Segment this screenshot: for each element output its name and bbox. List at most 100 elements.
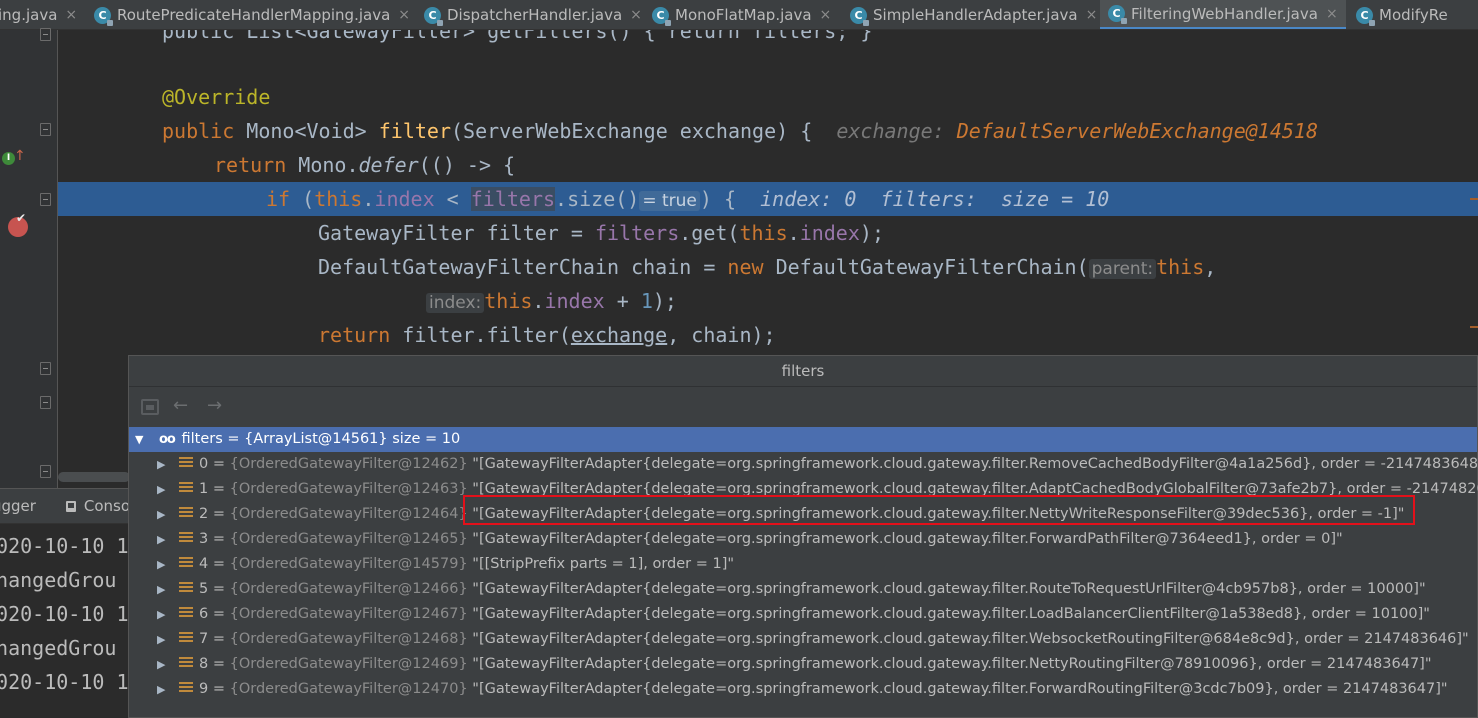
tab-label: SimpleHandlerAdapter.java: [873, 6, 1078, 24]
console-line: 2020-10-10 1: [0, 602, 129, 626]
tab-mono-flat-map[interactable]: C MonoFlatMap.java ×: [652, 0, 832, 29]
java-class-icon: C: [94, 6, 113, 26]
tree-root-row[interactable]: ▼ oo filters = {ArrayList@14561} size = 1…: [129, 427, 1477, 452]
fold-marker[interactable]: [40, 28, 51, 41]
variable-size: size = 10: [392, 431, 461, 447]
fold-marker[interactable]: [40, 465, 51, 478]
add-to-watches-icon[interactable]: [141, 399, 159, 415]
code-editor[interactable]: public List<GatewayFilter> getFilters() …: [58, 30, 1478, 360]
tree-row[interactable]: ▶ 4 = {OrderedGatewayFilter@14579} "[[Str…: [129, 552, 1477, 577]
close-icon[interactable]: ×: [1326, 6, 1338, 22]
tab-label: FilteringWebHandler.java: [1131, 4, 1318, 23]
highlight-box: [463, 495, 1415, 525]
expand-arrow-icon[interactable]: ▶: [157, 627, 167, 652]
code-line: index: this.index + 1);: [58, 284, 1478, 318]
fold-marker[interactable]: [40, 193, 51, 206]
tab-label: ModifyRe: [1379, 6, 1448, 24]
debug-tool-tabs: ugger Conso: [0, 488, 130, 524]
tab-route-predicate-handler-mapping[interactable]: C RoutePredicateHandlerMapping.java ×: [94, 0, 410, 29]
parameter-hint: parent:: [1088, 259, 1157, 279]
tab-label: DispatcherHandler.java: [447, 6, 623, 24]
close-icon[interactable]: ×: [1086, 7, 1098, 23]
tree-row[interactable]: ▶ 8 = {OrderedGatewayFilter@12469} "[Gate…: [129, 652, 1477, 677]
tree-row[interactable]: ▶ 3 = {OrderedGatewayFilter@12465} "[Gate…: [129, 527, 1477, 552]
java-class-icon: C: [850, 6, 869, 26]
tab-filtering-web-handler[interactable]: C FilteringWebHandler.java ×: [1100, 0, 1346, 29]
java-class-icon: C: [652, 6, 671, 26]
console-line: changedGrou: [0, 636, 117, 660]
tab-simple-handler-adapter[interactable]: C SimpleHandlerAdapter.java ×: [850, 0, 1098, 29]
forward-arrow-icon[interactable]: →: [207, 395, 222, 416]
field-icon: [179, 682, 193, 694]
expand-arrow-icon[interactable]: ▶: [157, 527, 167, 552]
code-line: public Mono<Void> filter(ServerWebExchan…: [162, 119, 1318, 143]
expand-arrow-icon[interactable]: ▶: [157, 477, 167, 502]
expand-arrow-icon[interactable]: ▶: [157, 502, 167, 527]
tab-dispatcher-handler[interactable]: C DispatcherHandler.java ×: [424, 0, 642, 29]
tree-row[interactable]: ▶ 5 = {OrderedGatewayFilter@12466} "[Gate…: [129, 577, 1477, 602]
tab-debugger[interactable]: ugger: [0, 497, 36, 515]
console-line: 2020-10-10 1: [0, 534, 129, 558]
popup-toolbar: ← →: [129, 387, 1477, 425]
fold-marker[interactable]: [40, 362, 51, 375]
field-icon: [179, 482, 193, 494]
override-method-icon[interactable]: I ↑: [0, 148, 26, 170]
tab-ing-java[interactable]: ing.java ×: [0, 0, 77, 29]
java-class-icon: C: [1356, 6, 1375, 26]
breakpoint-icon[interactable]: [8, 211, 28, 237]
close-icon[interactable]: ×: [65, 7, 77, 23]
code-line: GatewayFilter filter = filters.get(this.…: [318, 221, 884, 245]
tree-row[interactable]: ▶ 9 = {OrderedGatewayFilter@12470} "[Gate…: [129, 677, 1477, 702]
tree-row[interactable]: ▶ 0 = {OrderedGatewayFilter@12462} "[Gate…: [129, 452, 1478, 477]
field-icon: [179, 657, 193, 669]
expand-arrow-icon[interactable]: ▶: [157, 577, 167, 602]
field-icon: [179, 507, 193, 519]
field-icon: [179, 532, 193, 544]
tab-label: RoutePredicateHandlerMapping.java: [117, 6, 391, 24]
field-icon: [179, 607, 193, 619]
fold-marker[interactable]: [40, 123, 51, 136]
field-icon: [179, 557, 193, 569]
debug-inline-value: DefaultServerWebExchange@14518: [956, 119, 1318, 143]
error-stripe-mark[interactable]: [1470, 326, 1478, 328]
close-icon[interactable]: ×: [820, 7, 832, 23]
watch-glasses-icon: oo: [159, 432, 176, 447]
close-icon[interactable]: ×: [398, 7, 410, 23]
tab-console[interactable]: Conso: [84, 497, 130, 515]
console-line: changedGrou: [0, 568, 117, 592]
tree-row[interactable]: ▶ 6 = {OrderedGatewayFilter@12467} "[Gate…: [129, 602, 1477, 627]
tree-row[interactable]: ▶ 7 = {OrderedGatewayFilter@12468} "[Gate…: [129, 627, 1477, 652]
field-icon: [179, 582, 193, 594]
popup-title: filters: [129, 356, 1477, 387]
debug-tool-window: ugger Conso 2020-10-10 1 changedGrou 202…: [0, 488, 130, 718]
expand-arrow-icon[interactable]: ▶: [157, 677, 167, 702]
expand-arrow-icon[interactable]: ▶: [157, 602, 167, 627]
code-line: DefaultGatewayFilterChain chain = new De…: [318, 255, 1217, 279]
expand-arrow-icon[interactable]: ▶: [157, 552, 167, 577]
tab-label: ing.java: [0, 6, 58, 24]
variables-tree: ▼ oo filters = {ArrayList@14561} size = 1…: [129, 427, 1478, 702]
field-icon: [179, 632, 193, 644]
console-line: 2020-10-10 1: [0, 670, 129, 694]
back-arrow-icon[interactable]: ←: [173, 395, 188, 416]
evaluate-popup: filters ← → ▼ oo filters = {ArrayList@145…: [128, 355, 1478, 718]
tab-modify-re[interactable]: C ModifyRe: [1356, 0, 1448, 29]
editor-gutter[interactable]: I ↑: [0, 28, 58, 488]
debug-inline-value: exchange:: [836, 119, 945, 143]
editor-horizontal-scrollbar[interactable]: [58, 472, 130, 482]
expand-arrow-icon[interactable]: ▶: [157, 452, 167, 477]
tab-label: MonoFlatMap.java: [675, 6, 812, 24]
collapse-arrow-icon[interactable]: ▼: [135, 427, 145, 452]
code-line: public List<GatewayFilter> getFilters() …: [162, 30, 873, 43]
close-icon[interactable]: ×: [630, 7, 642, 23]
editor-tab-bar: ing.java × C RoutePredicateHandlerMappin…: [0, 0, 1478, 30]
code-line: return filter.filter(exchange, chain);: [318, 323, 776, 347]
current-execution-line: if (this.index < filters.size() = true) {…: [58, 182, 1478, 216]
code-line: return Mono.defer(() -> {: [214, 153, 516, 177]
error-stripe-mark[interactable]: [1470, 198, 1478, 200]
java-class-icon: C: [1108, 5, 1127, 24]
expand-arrow-icon[interactable]: ▶: [157, 652, 167, 677]
field-icon: [179, 457, 193, 469]
evaluated-inlay: = true: [639, 191, 700, 211]
fold-marker[interactable]: [40, 396, 51, 409]
